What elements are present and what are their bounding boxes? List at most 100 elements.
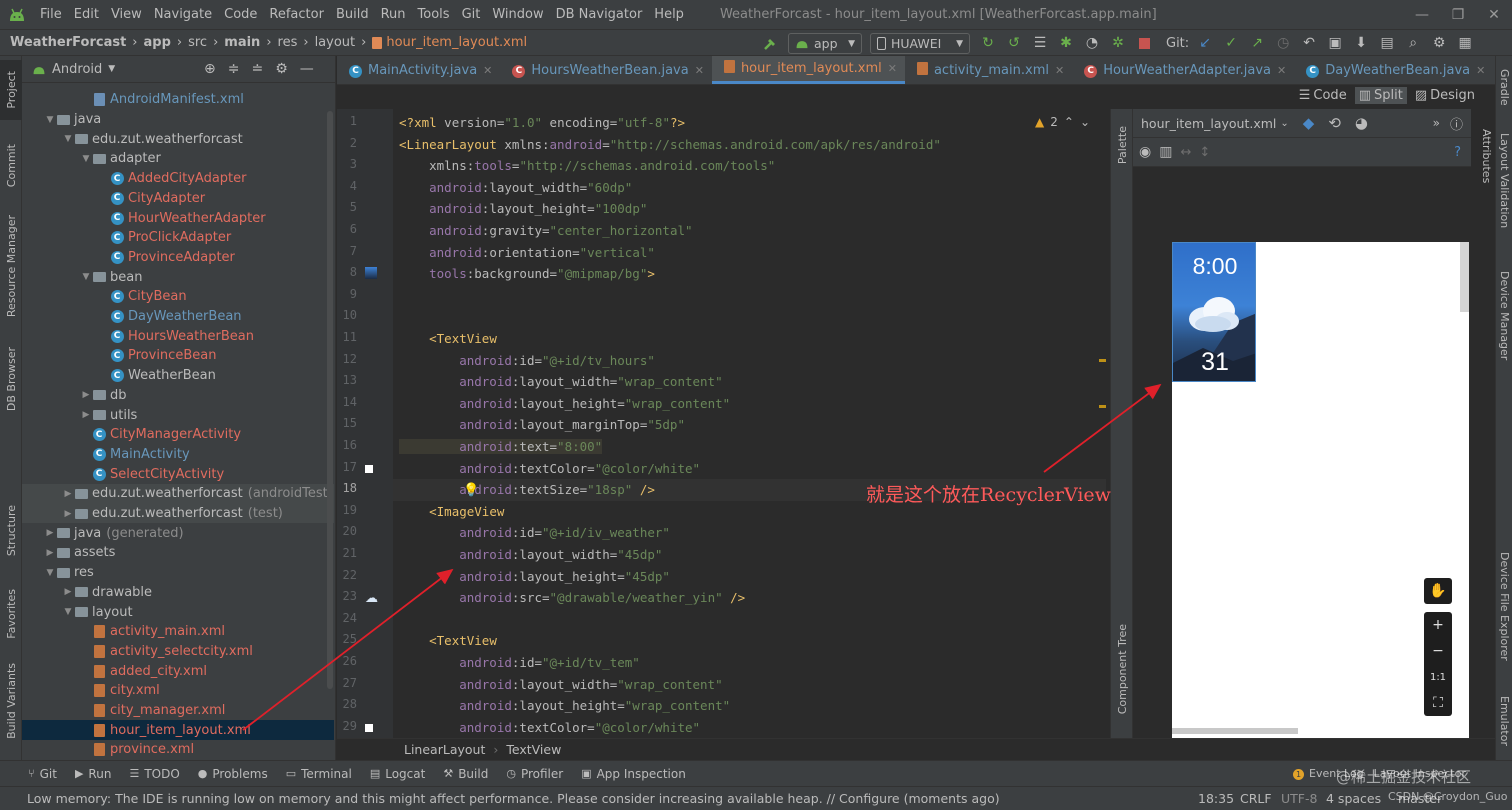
chevron-down-icon[interactable]: ▼ [108,64,115,74]
tree-item[interactable]: AndroidManifest.xml [22,90,334,110]
lightbulb-icon[interactable]: 💡 [463,483,479,498]
code-line[interactable]: android:layout_height="100dp" [399,198,647,220]
color-swatch-icon[interactable] [365,462,373,477]
close-tab-icon[interactable]: ✕ [1055,64,1064,77]
profile-icon[interactable]: ◔ [1082,33,1102,53]
chevron-down-icon[interactable]: ⌄ [1080,115,1090,129]
code-line[interactable]: android:layout_height="45dp" [399,566,670,588]
split-mode-button[interactable]: ▥ Split [1354,87,1407,104]
code-line[interactable]: android:layout_width="wrap_content" [399,674,722,696]
tree-item[interactable]: C ProClickAdapter [22,228,334,248]
eye-icon[interactable]: ◉ [1139,144,1151,160]
code-line[interactable]: android:layout_width="45dp" [399,544,662,566]
code-line[interactable]: android:orientation="vertical" [399,242,655,264]
chevron-down-icon[interactable]: ▼ [62,134,74,144]
debug-icon[interactable]: ✱ [1056,33,1076,53]
editor-tab[interactable]: activity_main.xml ✕ [905,56,1072,84]
warning-icon[interactable]: ▲ [1035,115,1044,129]
code-line[interactable]: android:id="@+id/tv_tem" [399,652,640,674]
code-line[interactable]: android:id="@+id/iv_weather" [399,522,670,544]
tree-item[interactable]: ▶ assets [22,543,334,563]
zoom-out-button[interactable]: − [1424,638,1452,664]
color-swatch-icon[interactable] [365,721,373,736]
menu-navigate[interactable]: Navigate [148,7,218,22]
layout-file-dropdown[interactable]: hour_item_layout.xml [1141,116,1276,131]
crumb-weatherforcast[interactable]: WeatherForcast [10,35,126,50]
chevron-right-icon[interactable]: ▶ [62,489,74,499]
tool-window-run[interactable]: ▶ Run [75,767,111,781]
file-encoding[interactable]: UTF-8 [1281,791,1317,806]
tree-item[interactable]: C HourWeatherAdapter [22,208,334,228]
status-message[interactable]: Low memory: The IDE is running low on me… [27,791,1000,806]
hide-panel-icon[interactable]: — [300,61,314,77]
orientation-icon[interactable]: ⟲ [1328,114,1341,132]
device-file-explorer-tool-tab[interactable]: Device File Explorer [1496,541,1512,671]
drawable-preview-icon[interactable]: ☁ [365,591,378,606]
tree-item[interactable]: C WeatherBean [22,366,334,386]
tool-window-terminal[interactable]: ▭ Terminal [286,767,352,781]
zoom-in-button[interactable]: + [1424,612,1452,638]
minimize-button[interactable]: — [1404,0,1440,29]
component-tree-tab[interactable]: Component Tree [1111,619,1133,719]
account-icon[interactable]: ▦ [1455,33,1475,53]
image-preview-icon[interactable] [365,267,377,283]
menu-file[interactable]: File [34,7,68,22]
tree-item[interactable]: city_manager.xml [22,701,334,721]
tree-item[interactable]: ▼ adapter [22,149,334,169]
tree-item[interactable]: added_city.xml [22,661,334,681]
tree-item[interactable]: C DayWeatherBean [22,307,334,327]
tree-item[interactable]: C CityManagerActivity [22,425,334,445]
device-manager-icon[interactable]: ▤ [1377,33,1397,53]
tree-item[interactable]: C MainActivity [22,445,334,465]
code-line[interactable]: <LinearLayout xmlns:android="http://sche… [399,134,941,156]
code-line[interactable]: android:id="@+id/tv_hours" [399,350,655,372]
tree-item[interactable]: ▼ java [22,110,334,130]
code-line[interactable]: <TextView [399,630,497,652]
project-tool-tab[interactable]: Project [0,60,22,120]
tree-item[interactable]: C ProvinceBean [22,346,334,366]
gradle-tool-tab[interactable]: Gradle [1496,60,1512,115]
project-scrollbar[interactable] [327,111,333,689]
run-config-select[interactable]: app ▼ [788,33,862,54]
git-push-icon[interactable]: ↗ [1247,33,1267,53]
crumb-src[interactable]: src [188,35,207,50]
menu-edit[interactable]: Edit [68,7,105,22]
rollback-icon[interactable]: ↶ [1299,33,1319,53]
sdk-manager-icon[interactable]: ⬇ [1351,33,1371,53]
tool-window-app-inspection[interactable]: ▣ App Inspection [581,767,686,781]
breadcrumb-linearlayout[interactable]: LinearLayout [404,742,485,757]
device-manager-tool-tab[interactable]: Device Manager [1496,261,1512,371]
tree-item[interactable]: ▶ edu.zut.weatherforcast (test) [22,503,334,524]
code-line[interactable]: android:src="@drawable/weather_yin" /> [399,587,745,609]
crumb-current-file[interactable]: hour_item_layout.xml [386,35,527,50]
git-update-icon[interactable]: ↙ [1195,33,1215,53]
editor-tab[interactable]: C MainActivity.java ✕ [337,56,500,84]
device-select[interactable]: HUAWEI ▼ [870,33,970,54]
horizontal-resize-icon[interactable]: ↔ [1180,145,1191,160]
history-icon[interactable]: ◷ [1273,33,1293,53]
code-line[interactable]: android:textColor="@color/white" [399,458,700,480]
code-line[interactable]: <TextView [399,328,497,350]
favorites-tool-tab[interactable]: Favorites [0,581,22,646]
close-tab-icon[interactable]: ✕ [888,62,897,75]
editor-tab[interactable]: C HourWeatherAdapter.java ✕ [1072,56,1294,84]
collapse-all-icon[interactable]: ≐ [251,61,263,77]
crumb-main[interactable]: main [224,35,260,50]
tree-item[interactable]: C SelectCityActivity [22,464,334,484]
tree-item[interactable]: province.xml [22,740,334,760]
view-mode-select[interactable]: Android [52,62,102,77]
restore-button[interactable]: ❐ [1440,0,1476,29]
code-line[interactable]: tools:background="@mipmap/bg"> [399,263,655,285]
cursor-position[interactable]: 18:35 [1198,791,1234,806]
structure-tool-tab[interactable]: Structure [0,496,22,566]
zoom-actual-size-button[interactable]: 1:1 [1424,664,1452,690]
tree-item[interactable]: ▶ utils [22,405,334,425]
chevron-up-icon[interactable]: ⌃ [1064,115,1074,129]
code-line[interactable]: xmlns:tools="http://schemas.android.com/… [399,155,775,177]
tool-window-todo[interactable]: ☰ TODO [129,767,179,781]
code-line[interactable]: android:layout_height="wrap_content" [399,393,730,415]
resource-manager-tool-tab[interactable]: Resource Manager [0,206,22,326]
indent-setting[interactable]: 4 spaces [1326,791,1381,806]
tool-window-git[interactable]: ⑂ Git [28,767,57,781]
attach-debugger-icon[interactable]: ✲ [1108,33,1128,53]
